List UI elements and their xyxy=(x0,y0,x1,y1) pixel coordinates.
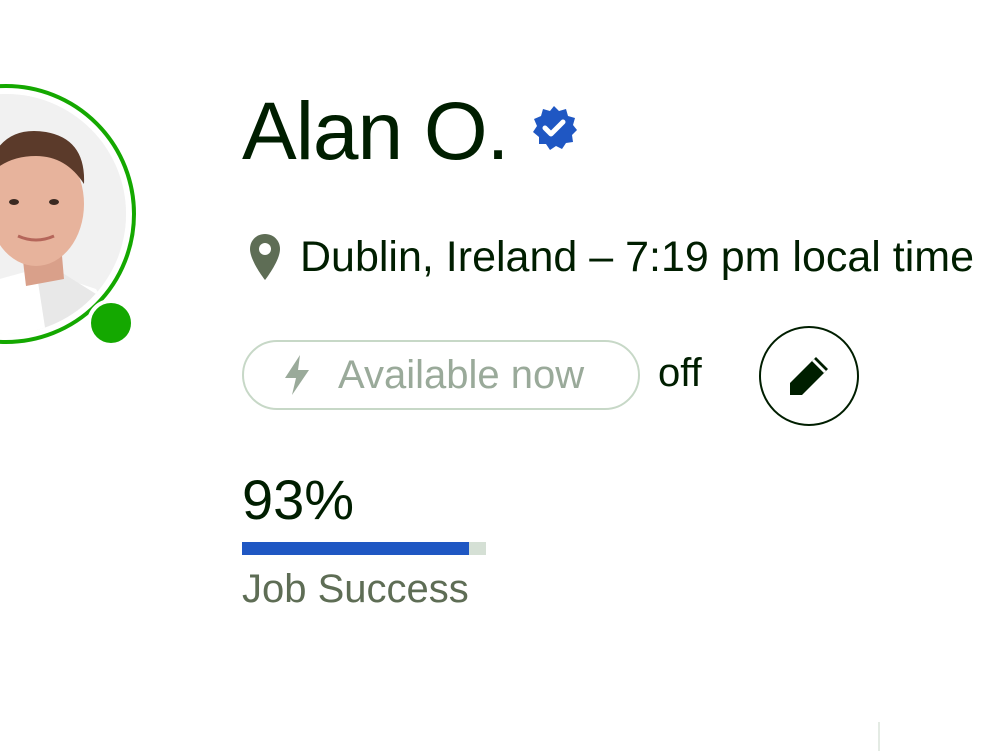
pencil-icon xyxy=(790,357,828,395)
job-success-score: 93% xyxy=(242,468,355,531)
availability-label: Available now xyxy=(338,352,585,397)
availability-badge[interactable]: Available now xyxy=(242,340,640,410)
availability-row: Available now off xyxy=(242,326,702,410)
profile-name: Alan O. xyxy=(242,86,509,177)
avatar-photo xyxy=(0,94,126,334)
profile-header: Alan O. Dublin, Ireland – 7:19 pm local … xyxy=(0,0,1000,751)
verified-badge-icon xyxy=(533,106,578,150)
lightning-bolt-icon xyxy=(285,355,309,395)
location-row: Dublin, Ireland – 7:19 pm local time xyxy=(248,230,974,284)
name-row: Alan O. xyxy=(242,86,578,178)
avatar[interactable] xyxy=(0,84,142,350)
job-success-bar-fill xyxy=(242,542,469,555)
job-success-label: Job Success xyxy=(242,567,469,611)
divider xyxy=(878,722,880,751)
edit-availability-button[interactable] xyxy=(759,326,859,426)
availability-state: off xyxy=(658,350,702,395)
location-text: Dublin, Ireland – 7:19 pm local time xyxy=(300,233,975,281)
map-pin-icon xyxy=(250,234,280,280)
job-success-bar xyxy=(242,542,486,555)
online-status-dot xyxy=(87,299,135,347)
